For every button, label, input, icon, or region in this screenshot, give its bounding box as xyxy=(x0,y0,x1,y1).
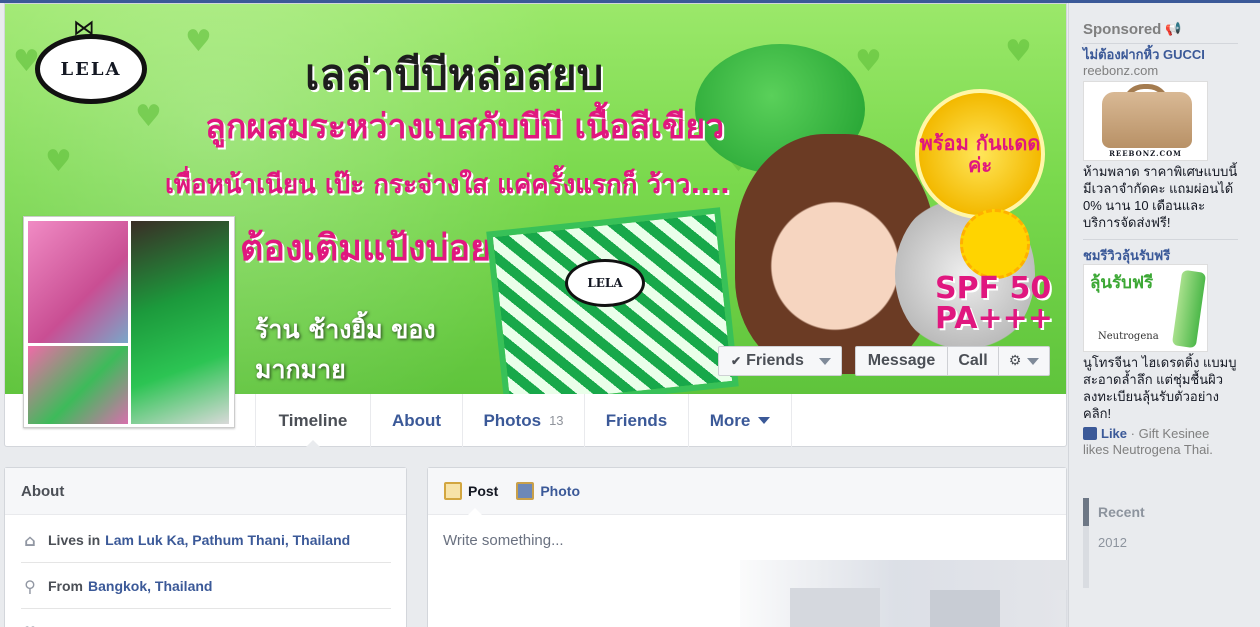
brand-logo-text: LELA xyxy=(60,58,122,80)
message-button[interactable]: Message xyxy=(856,347,948,375)
profile-tabs: Timeline About Photos 13 Friends More xyxy=(255,394,792,448)
photo-icon xyxy=(516,482,535,500)
chevron-down-icon xyxy=(1027,357,1040,365)
thumbs-up-icon xyxy=(1083,427,1097,440)
heart-decoration: ♥ xyxy=(855,44,882,79)
ad-title[interactable]: ไม่ต้องฝากหิ้ว GUCCI xyxy=(1083,47,1238,63)
ad-image[interactable]: REEBONZ.COM xyxy=(1083,81,1208,161)
blur-block xyxy=(790,588,880,627)
call-button[interactable]: Call xyxy=(948,347,999,375)
heart-decoration: ♥ xyxy=(135,99,162,134)
pa-text: PA+++ xyxy=(935,301,1053,336)
ad-image-brand: REEBONZ.COM xyxy=(1109,149,1182,158)
post-icon xyxy=(444,482,462,500)
ad-source: reebonz.com xyxy=(1083,63,1159,78)
timeline-nav-stub xyxy=(1083,558,1089,588)
photos-count: 13 xyxy=(549,413,564,428)
sponsored-label: Sponsored xyxy=(1083,21,1162,38)
home-icon: ⌂ xyxy=(24,530,36,550)
sun-icon xyxy=(960,209,1030,279)
partial-row: ♥ xyxy=(21,610,391,627)
brand-logo: LELA xyxy=(35,34,147,104)
tab-about-label: About xyxy=(391,410,442,430)
ad-image-text: ลุ้นรับฟรี xyxy=(1090,273,1154,293)
friends-button[interactable]: ✔ Friends xyxy=(718,346,842,376)
tab-photos-label: Photos xyxy=(483,410,542,430)
ad-social-row: Like · Gift Kesinee likes Neutrogena Tha… xyxy=(1083,426,1213,457)
megaphone-icon: 📢 xyxy=(1165,22,1182,37)
tab-more-label: More xyxy=(709,410,751,430)
ad-image[interactable]: ลุ้นรับฟรี Neutrogena xyxy=(1083,264,1208,352)
sponsored-header: Sponsored 📢 xyxy=(1083,21,1238,44)
tab-friends-label: Friends xyxy=(605,410,668,430)
heart-decoration: ♥ xyxy=(185,24,212,59)
lives-in-row: ⌂ Lives in Lam Luk Ka, Pathum Thani, Tha… xyxy=(21,518,391,563)
handbag-image xyxy=(1102,92,1192,148)
chevron-down-icon xyxy=(819,357,831,365)
bow-icon: ⋈ xyxy=(73,16,95,41)
composer-tab-post-label: Post xyxy=(468,483,499,499)
from-link[interactable]: Bangkok, Thailand xyxy=(88,578,212,594)
page-name[interactable]: ร้าน ช้างยิ้ม ของ มากมาย xyxy=(255,310,505,390)
blur-block xyxy=(930,590,1000,627)
composer-tab-photo[interactable]: Photo xyxy=(516,482,580,500)
tab-friends[interactable]: Friends xyxy=(584,394,688,447)
location-pin-icon: ⚲ xyxy=(24,576,36,596)
profile-picture-tile xyxy=(131,221,229,424)
badge-text: พร้อม กันแดดค่ะ xyxy=(919,131,1041,177)
cover-subheadline: ลูกผสมระหว่างเบสกับบีบี เนื้อสีเขียว xyxy=(205,107,725,147)
gear-icon: ⚙ xyxy=(1008,353,1022,369)
timeline-nav-year[interactable]: 2012 xyxy=(1083,526,1127,558)
action-button-group: Message Call ⚙ xyxy=(855,346,1050,376)
profile-header: ♥ ♥ ♥ ♥ ♥ ♥ ♥ ⋈ LELA เลล่าบีบีหล่อสยบ ลู… xyxy=(4,3,1067,448)
product-tube-image xyxy=(1171,269,1207,349)
spf-text: SPF 50 xyxy=(935,271,1052,306)
tab-about[interactable]: About xyxy=(370,394,462,447)
ad-item[interactable]: ไม่ต้องฝากหิ้ว GUCCI reebonz.com REEBONZ… xyxy=(1083,44,1238,231)
composer-tab-post[interactable]: Post xyxy=(444,482,498,500)
profile-picture-tile xyxy=(28,221,128,343)
heart-decoration: ♥ xyxy=(45,144,72,179)
product-logo-text: LELA xyxy=(587,276,623,290)
composer-tab-photo-label: Photo xyxy=(540,483,580,499)
profile-picture-tile xyxy=(28,346,128,424)
tab-timeline[interactable]: Timeline xyxy=(255,394,370,448)
cover-tagline: เพื่อหน้าเนียน เป๊ะ กระจ่างใส แค่ครั้งแร… xyxy=(165,170,730,200)
heart-icon: ♥ xyxy=(21,623,39,627)
tab-timeline-label: Timeline xyxy=(278,410,348,430)
ad-item[interactable]: ชมรีวิวลุ้นรับฟรี ลุ้นรับฟรี Neutrogena … xyxy=(1083,245,1238,458)
check-icon: ✔ xyxy=(731,354,742,368)
lives-in-label: Lives in xyxy=(48,532,101,548)
about-card: About ⌂ Lives in Lam Luk Ka, Pathum Than… xyxy=(4,467,407,627)
tab-more[interactable]: More xyxy=(688,394,792,447)
chevron-down-icon xyxy=(758,417,771,424)
about-title[interactable]: About xyxy=(5,468,406,515)
profile-picture[interactable] xyxy=(23,216,235,428)
from-row: ⚲ From Bangkok, Thailand xyxy=(21,564,391,609)
timeline-nav-recent[interactable]: Recent xyxy=(1083,498,1145,526)
ad-description: นูโทรจีนา ไฮเดรตติ้ง แบมบู สะอาดล้ำลึก แ… xyxy=(1083,355,1237,421)
right-column: Sponsored 📢 ไม่ต้องฝากหิ้ว GUCCI reebonz… xyxy=(1068,3,1260,627)
friends-button-label: Friends xyxy=(746,352,804,369)
spf-label: SPF 50 PA+++ xyxy=(935,274,1053,334)
divider xyxy=(1083,239,1238,240)
from-label: From xyxy=(48,578,83,594)
tab-photos[interactable]: Photos 13 xyxy=(462,394,584,447)
product-logo: LELA xyxy=(565,259,645,307)
composer-tabs: Post Photo xyxy=(428,468,1066,515)
lives-in-link[interactable]: Lam Luk Ka, Pathum Thani, Thailand xyxy=(105,532,350,548)
ad-title[interactable]: ชมรีวิวลุ้นรับฟรี xyxy=(1083,248,1238,264)
cover-partial-line: ต้องเติมแป้งบ่อยๆ xyxy=(240,228,511,269)
heart-decoration: ♥ xyxy=(1005,34,1032,69)
status-input[interactable]: Write something... xyxy=(428,515,1066,566)
settings-button[interactable]: ⚙ xyxy=(999,347,1049,375)
sunscreen-badge: พร้อม กันแดดค่ะ xyxy=(915,89,1045,219)
ad-image-brand: Neutrogena xyxy=(1098,331,1159,342)
like-link[interactable]: Like xyxy=(1101,426,1127,441)
ad-description: ห้ามพลาด ราคาพิเศษแบบนี้มีเวลาจำกัดคะ แถ… xyxy=(1083,164,1238,230)
